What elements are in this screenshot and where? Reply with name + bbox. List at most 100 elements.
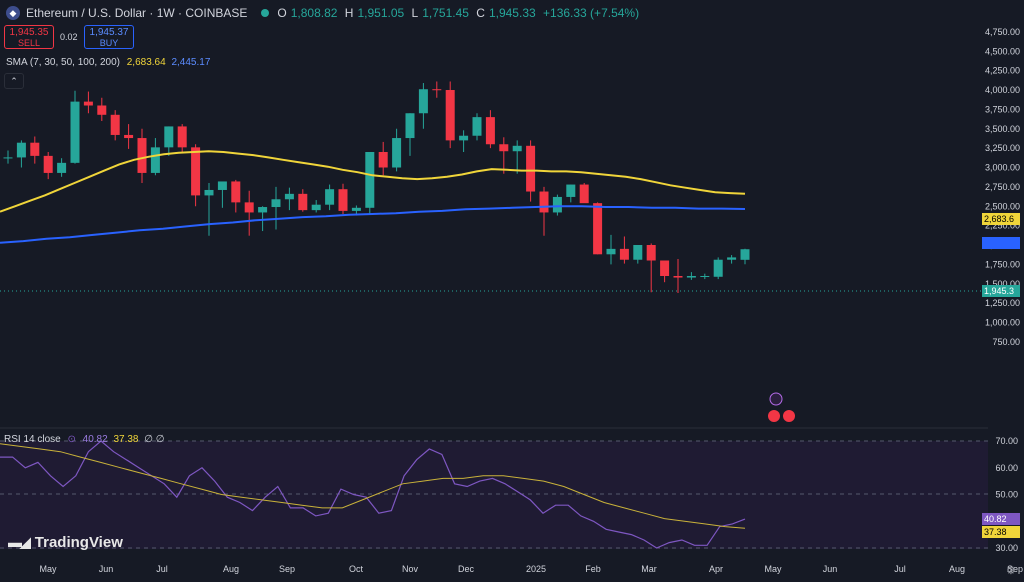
candle-body <box>57 162 67 173</box>
time-axis-tick: May <box>39 564 57 574</box>
candle-body <box>740 249 750 260</box>
time-axis-tick: May <box>764 564 782 574</box>
candle-body <box>646 245 656 261</box>
last-price-label: 1,945.3 <box>982 285 1020 297</box>
candle-body <box>164 126 174 148</box>
price-axis-tick: 750.00 <box>992 337 1020 347</box>
sma-legend[interactable]: SMA (7, 30, 50, 100, 200) 2,683.64 2,445… <box>6 57 210 68</box>
sell-price: 1,945.35 <box>9 27 49 38</box>
candle-body <box>177 126 187 148</box>
candle-body <box>83 101 93 106</box>
time-axis-tick: Jul <box>156 564 168 574</box>
candle-body <box>16 142 26 158</box>
rsi-extra-values: ∅ ∅ <box>144 434 165 445</box>
price-axis-tick: 3,000.00 <box>985 163 1020 173</box>
time-axis-tick: Jun <box>823 564 838 574</box>
event-flash-icon[interactable] <box>769 392 783 406</box>
candle-body <box>633 245 643 260</box>
collapse-legend-icon[interactable]: ⌃ <box>4 73 24 89</box>
time-axis-tick: Oct <box>349 564 364 574</box>
candle-body <box>325 189 335 205</box>
candle-body <box>405 113 415 139</box>
buy-button[interactable]: 1,945.37 BUY <box>84 25 134 49</box>
candle-body <box>579 184 589 204</box>
symbol-title[interactable]: Ethereum / U.S. Dollar · 1W · COINBASE <box>26 6 247 20</box>
time-axis-tick: Aug <box>949 564 965 574</box>
candle-body <box>137 138 147 173</box>
candle-body <box>258 207 268 213</box>
open-value: 1,808.82 <box>290 6 338 20</box>
price-axis-tick: 3,250.00 <box>985 143 1020 153</box>
buy-price: 1,945.37 <box>89 27 129 38</box>
price-axis-tick: 2,500.00 <box>985 201 1020 211</box>
candle-body <box>566 184 576 197</box>
settings-icon[interactable]: ⚙ <box>1006 564 1016 577</box>
candle-body <box>673 276 683 278</box>
time-axis-tick: Nov <box>402 564 419 574</box>
price-axis-tick: 1,250.00 <box>985 298 1020 308</box>
sell-button[interactable]: 1,945.35 SELL <box>4 25 54 49</box>
price-axis-tick: 3,500.00 <box>985 124 1020 134</box>
price-axis-tick: 4,500.00 <box>985 46 1020 56</box>
candle-body <box>124 134 134 139</box>
low-label: L <box>411 6 419 20</box>
rsi-price-label: 40.82 <box>982 513 1020 525</box>
candle-body <box>445 90 455 141</box>
candle-body <box>727 257 737 260</box>
sma200-line <box>0 205 746 244</box>
market-status-icon <box>261 9 270 17</box>
time-axis-tick: 2025 <box>526 564 546 574</box>
candle-body <box>700 276 710 277</box>
ethereum-icon: ◆ <box>6 6 20 20</box>
candle-body <box>472 117 482 136</box>
time-axis-tick: Dec <box>458 564 475 574</box>
candle-body <box>97 105 107 115</box>
candle-body <box>432 89 442 91</box>
buy-label: BUY <box>99 38 119 48</box>
candle-body <box>43 155 53 173</box>
rsi-axis-tick: 60.00 <box>995 463 1018 473</box>
tradingview-name: TradingView <box>34 534 123 551</box>
time-axis-tick: Feb <box>585 564 601 574</box>
sma200-value: 2,445.17 <box>171 57 211 68</box>
high-label: H <box>344 6 354 20</box>
rsi-legend[interactable]: RSI 14 close ⊙ 40.82 37.38 ∅ ∅ <box>4 434 164 445</box>
candle-body <box>459 135 469 141</box>
candle-body <box>70 101 80 163</box>
sma50-price-label: 2,683.6 <box>982 213 1020 225</box>
event-flag-icon[interactable] <box>768 410 780 422</box>
rsi-band <box>0 441 988 549</box>
price-axis-tick: 1,000.00 <box>985 318 1020 328</box>
candle-body <box>244 202 254 213</box>
rsi-ma-value: 37.38 <box>113 434 139 445</box>
candle-body <box>552 196 562 213</box>
candle-body <box>191 147 201 196</box>
candle-body <box>378 152 388 168</box>
chart-canvas[interactable]: 4,750.00 4,500.00 4,250.00 4,000.00 3,750.00… <box>0 0 1024 582</box>
sma200-price-label <box>982 237 1020 249</box>
event-flag-icon[interactable] <box>783 410 795 422</box>
candle-body <box>217 181 227 190</box>
eye-icon[interactable]: ⊙ <box>67 434 75 445</box>
symbol-header: ◆ Ethereum / U.S. Dollar · 1W · COINBASE… <box>6 6 643 20</box>
candle-body <box>499 144 509 152</box>
rsi-axis-tick: 50.00 <box>995 490 1018 500</box>
rsi-label: RSI 14 close <box>4 434 61 445</box>
close-label: C <box>476 6 485 20</box>
price-axis-tick: 4,250.00 <box>985 66 1020 76</box>
candle-body <box>686 276 696 278</box>
candle-body <box>526 145 536 192</box>
candle-body <box>204 189 214 196</box>
candle-body <box>284 193 294 200</box>
rsi-value: 40.82 <box>82 434 108 445</box>
candle-body <box>271 199 281 208</box>
candle-body <box>619 248 629 260</box>
candle-body <box>351 207 361 211</box>
tradingview-logo[interactable]: ▬◢ TradingView <box>8 534 123 551</box>
candle-body <box>365 152 375 208</box>
candle-body <box>110 114 120 135</box>
price-axis-tick: 4,750.00 <box>985 27 1020 37</box>
candle-body <box>539 191 549 213</box>
sell-label: SELL <box>17 38 41 48</box>
time-axis-tick: Jun <box>99 564 114 574</box>
